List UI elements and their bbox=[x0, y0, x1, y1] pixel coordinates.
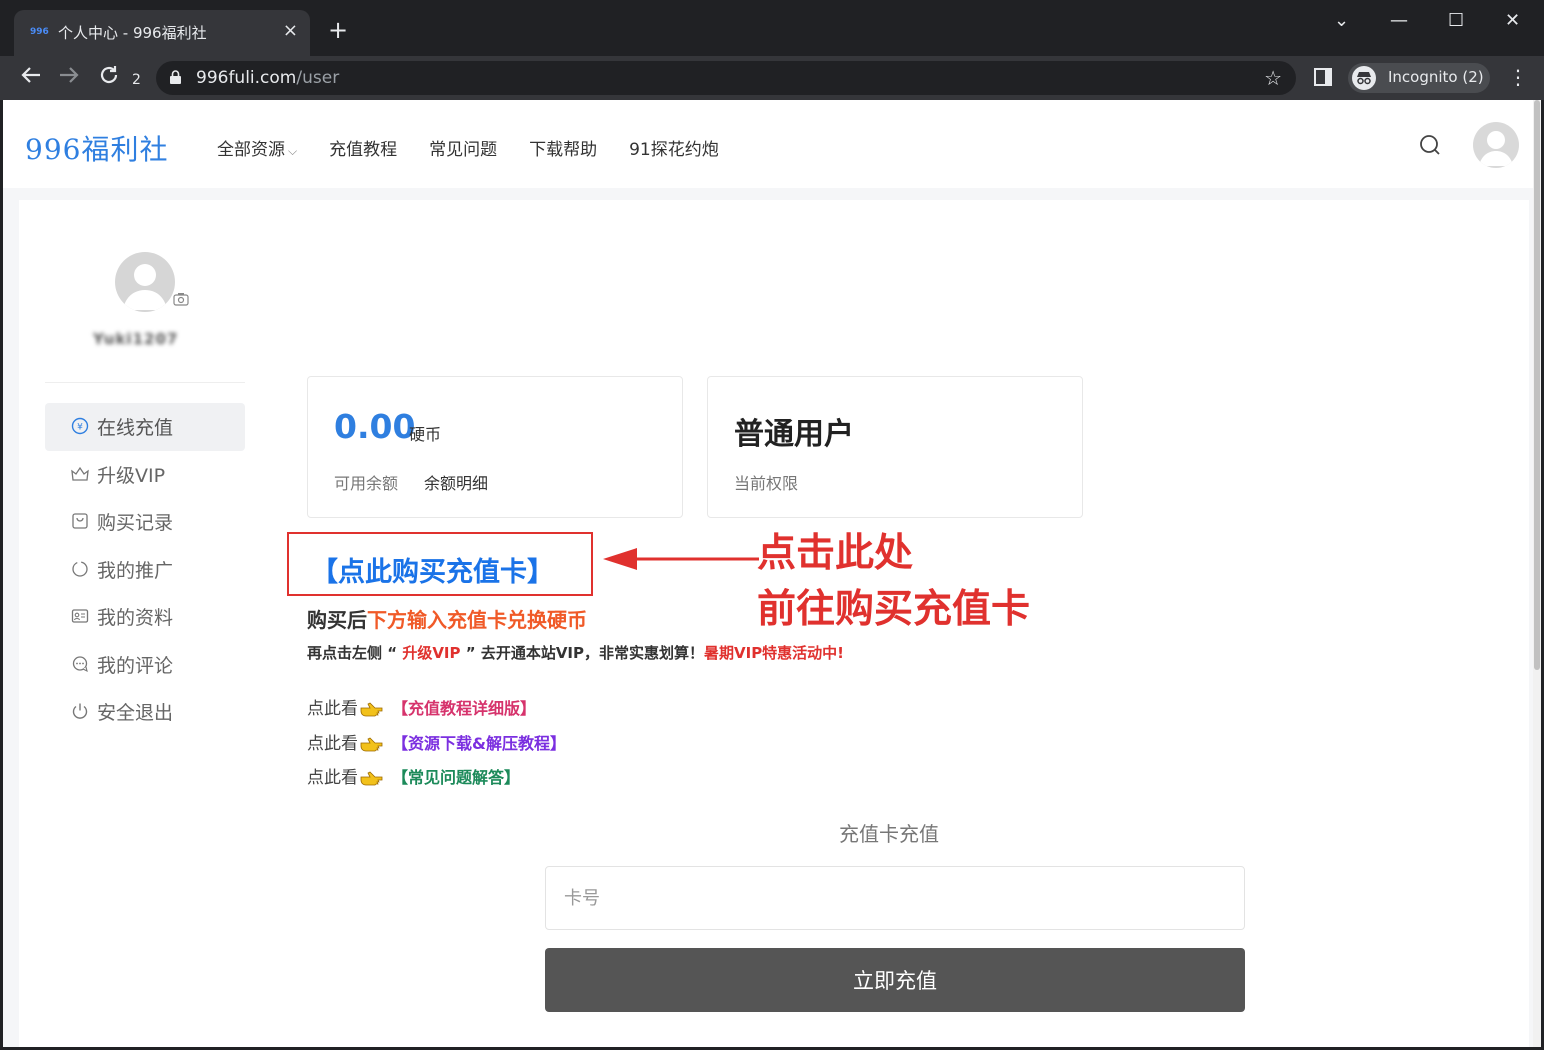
role-value: 普通用户 bbox=[734, 417, 854, 452]
site-logo[interactable]: 996福利社 bbox=[25, 128, 168, 168]
page-scrollbar[interactable] bbox=[1533, 100, 1541, 1047]
chevron-down-icon: ⌵ bbox=[288, 144, 298, 158]
incognito-icon bbox=[1352, 66, 1376, 90]
help-row-recharge-guide: 点此看 【充值教程详细版】 bbox=[307, 699, 537, 719]
recharge-submit-button[interactable]: 立即充值 bbox=[545, 948, 1245, 1012]
address-bar[interactable]: 996fuli.com/user ☆ bbox=[156, 61, 1296, 95]
scrollbar-thumb[interactable] bbox=[1534, 100, 1540, 670]
annotation-callout: 点击此处 前往购买充值卡 bbox=[757, 526, 1030, 638]
sidebar-item-label: 安全退出 bbox=[97, 702, 174, 724]
reload-count-badge: 2 bbox=[132, 72, 141, 88]
sidebar-item-label: 我的资料 bbox=[97, 607, 174, 629]
role-card: 普通用户 当前权限 bbox=[707, 376, 1083, 518]
balance-card: 0.00 硬币 可用余额 余额明细 bbox=[307, 376, 683, 518]
pointing-hand-icon bbox=[360, 702, 383, 717]
user-center-panel: Yuki1207 ¥ 在线充值 升级VIP 购买记录 我的推广 我的资料 我的评… bbox=[19, 200, 1529, 1047]
balance-detail-link[interactable]: 余额明细 bbox=[424, 470, 488, 494]
browser-tab[interactable]: 996 个人中心 - 996福利社 × bbox=[14, 10, 310, 56]
camera-icon[interactable] bbox=[173, 292, 189, 306]
callout-line-1: 点击此处 bbox=[757, 531, 914, 576]
pointing-hand-icon bbox=[360, 737, 383, 752]
help-row-faq: 点此看 【常见问题解答】 bbox=[307, 768, 521, 788]
sidebar-item-online-recharge[interactable]: ¥ 在线充值 bbox=[45, 403, 245, 451]
recharge-card-title: 充值卡充值 bbox=[839, 822, 939, 846]
close-window-icon[interactable]: ✕ bbox=[1505, 10, 1520, 31]
sidebar-item-upgrade-vip[interactable]: 升级VIP bbox=[45, 451, 245, 499]
reload-icon[interactable] bbox=[98, 64, 120, 93]
header-avatar[interactable] bbox=[1473, 122, 1519, 168]
help-link-download-guide[interactable]: 【资源下载&解压教程】 bbox=[392, 734, 566, 753]
sidebar-item-my-comments[interactable]: 我的评论 bbox=[45, 641, 245, 689]
nav-item-download-help[interactable]: 下载帮助 bbox=[529, 135, 597, 160]
sidebar-item-logout[interactable]: 安全退出 bbox=[45, 688, 245, 736]
new-tab-button[interactable]: + bbox=[328, 18, 348, 42]
after-buy-instruction: 购买后下方输入充值卡兑换硬币 bbox=[307, 608, 587, 632]
annotation-arrow-icon bbox=[603, 548, 759, 570]
sidebar-item-label: 购买记录 bbox=[97, 512, 174, 534]
tab-search-icon[interactable]: ⌄ bbox=[1334, 10, 1349, 31]
id-card-icon bbox=[71, 609, 89, 623]
share-circle-icon bbox=[72, 560, 88, 577]
web-page: 996福利社 全部资源 ⌵ 充值教程 常见问题 下载帮助 91探花约炮 Yuki1… bbox=[3, 100, 1541, 1047]
browser-tab-strip: 996 个人中心 - 996福利社 × + ⌄ — ☐ ✕ bbox=[0, 0, 1544, 56]
help-link-faq[interactable]: 【常见问题解答】 bbox=[392, 768, 520, 787]
yen-circle-icon: ¥ bbox=[71, 417, 89, 435]
browser-toolbar: 2 996fuli.com/user ☆ Incognito (2) ⋮ bbox=[0, 56, 1544, 100]
svg-text:¥: ¥ bbox=[77, 423, 83, 433]
nav-item-all-resources[interactable]: 全部资源 ⌵ bbox=[217, 135, 297, 160]
crown-icon bbox=[71, 466, 89, 481]
tab-close-icon[interactable]: × bbox=[283, 20, 298, 41]
sidebar-divider bbox=[45, 382, 245, 383]
back-arrow-icon[interactable] bbox=[20, 64, 42, 93]
username-blurred: Yuki1207 bbox=[93, 330, 179, 348]
balance-unit: 硬币 bbox=[409, 425, 442, 444]
nav-item-faq[interactable]: 常见问题 bbox=[429, 135, 497, 160]
help-link-recharge-guide[interactable]: 【充值教程详细版】 bbox=[392, 699, 536, 718]
sidebar-item-my-profile[interactable]: 我的资料 bbox=[45, 593, 245, 641]
sidebar-item-purchase-history[interactable]: 购买记录 bbox=[45, 498, 245, 546]
sidebar-item-label: 升级VIP bbox=[97, 464, 166, 487]
user-sidebar-menu: ¥ 在线充值 升级VIP 购买记录 我的推广 我的资料 我的评论 安全退出 bbox=[45, 403, 245, 736]
summer-promo-text: 暑期VIP特惠活动中! bbox=[704, 644, 845, 662]
browser-menu-icon[interactable]: ⋮ bbox=[1508, 65, 1528, 89]
site-header: 996福利社 全部资源 ⌵ 充值教程 常见问题 下载帮助 91探花约炮 bbox=[3, 100, 1533, 188]
power-icon bbox=[72, 703, 88, 719]
role-label: 当前权限 bbox=[734, 474, 799, 493]
card-number-input[interactable] bbox=[545, 866, 1245, 930]
main-nav: 全部资源 ⌵ 充值教程 常见问题 下载帮助 91探花约炮 bbox=[217, 135, 719, 160]
site-favicon-icon: 996 bbox=[30, 27, 49, 37]
buy-recharge-card-link[interactable]: 【点此购买充值卡】 bbox=[311, 550, 554, 589]
search-icon[interactable] bbox=[1419, 134, 1441, 156]
tab-title: 个人中心 - 996福利社 bbox=[58, 24, 207, 42]
help-row-download-guide: 点此看 【资源下载&解压教程】 bbox=[307, 734, 566, 754]
nav-item-recharge-guide[interactable]: 充值教程 bbox=[329, 135, 397, 160]
callout-line-2: 前往购买充值卡 bbox=[757, 587, 1031, 632]
balance-value: 0.00 bbox=[334, 407, 416, 446]
sidebar-item-my-promotion[interactable]: 我的推广 bbox=[45, 546, 245, 594]
bag-icon bbox=[72, 513, 88, 529]
bookmark-star-icon[interactable]: ☆ bbox=[1264, 66, 1282, 90]
incognito-indicator[interactable]: Incognito (2) bbox=[1348, 63, 1490, 93]
url-text: 996fuli.com/user bbox=[196, 68, 340, 88]
maximize-window-icon[interactable]: ☐ bbox=[1448, 10, 1464, 31]
minimize-window-icon[interactable]: — bbox=[1390, 10, 1408, 31]
pointing-hand-icon bbox=[360, 771, 383, 786]
user-avatar[interactable] bbox=[115, 252, 175, 312]
comment-icon bbox=[72, 655, 88, 672]
vip-inline-link[interactable]: 升级VIP bbox=[397, 644, 466, 662]
side-panel-icon[interactable] bbox=[1314, 68, 1332, 86]
sidebar-item-label: 我的推广 bbox=[97, 559, 174, 582]
incognito-label: Incognito (2) bbox=[1388, 68, 1484, 86]
nav-item-91[interactable]: 91探花约炮 bbox=[629, 135, 719, 160]
sidebar-item-label: 在线充值 bbox=[97, 417, 174, 439]
sidebar-item-label: 我的评论 bbox=[97, 654, 174, 677]
balance-label: 可用余额 bbox=[334, 474, 399, 493]
lock-icon bbox=[170, 70, 181, 84]
forward-arrow-icon[interactable] bbox=[58, 64, 80, 93]
vip-promo-line: 再点击左侧 “ 升级VIP ” 去开通本站VIP，非常实惠划算！暑期VIP特惠活… bbox=[307, 644, 845, 662]
